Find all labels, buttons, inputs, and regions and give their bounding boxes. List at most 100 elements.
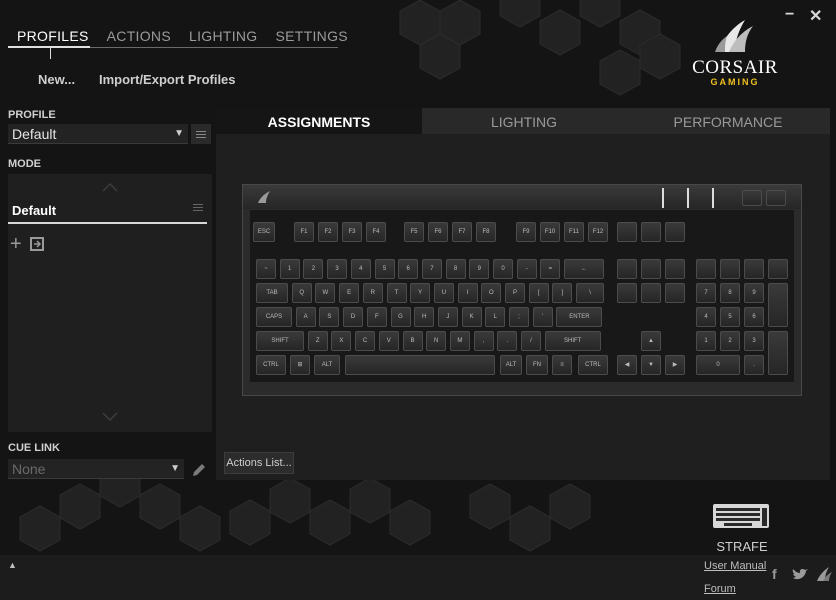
- key-space-row[interactable]: ALT: [500, 355, 522, 375]
- key-space-row[interactable]: CTRL: [578, 355, 608, 375]
- import-export-profiles-button[interactable]: Import/Export Profiles: [99, 72, 236, 87]
- key-num-row[interactable]: ~: [256, 259, 276, 279]
- key-esc[interactable]: ESC: [253, 222, 275, 242]
- user-manual-link[interactable]: User Manual: [704, 560, 766, 572]
- close-button[interactable]: ✕: [809, 6, 822, 26]
- key-bottom-row[interactable]: V: [378, 331, 399, 351]
- key-top-row[interactable]: Q: [291, 283, 312, 303]
- key-arrow-right[interactable]: ▶: [665, 355, 685, 375]
- key-f7[interactable]: F7: [452, 222, 472, 242]
- key-bottom-row[interactable]: SHIFT: [256, 331, 304, 351]
- key-home-row[interactable]: A: [295, 307, 316, 327]
- key-f12[interactable]: F12: [588, 222, 608, 242]
- key-numpad[interactable]: [696, 259, 716, 279]
- strafe-device-icon[interactable]: [712, 500, 772, 532]
- key-num-row[interactable]: ←: [564, 259, 605, 279]
- key-top-row[interactable]: R: [362, 283, 383, 303]
- key-numpad[interactable]: 1: [696, 331, 716, 351]
- import-mode-icon[interactable]: [30, 237, 44, 251]
- key-num-row[interactable]: 1: [279, 259, 300, 279]
- key-nav[interactable]: [641, 259, 661, 279]
- key-home-row[interactable]: G: [390, 307, 411, 327]
- key-bottom-row[interactable]: B: [402, 331, 423, 351]
- key-num-row[interactable]: 6: [398, 259, 419, 279]
- key-home-row[interactable]: ;: [509, 307, 529, 327]
- key-f9[interactable]: F9: [516, 222, 536, 242]
- key-top-row[interactable]: TAB: [256, 283, 288, 303]
- key-f3[interactable]: F3: [342, 222, 362, 242]
- key-numpad[interactable]: [744, 259, 764, 279]
- key-nav[interactable]: [665, 259, 685, 279]
- key-bottom-row[interactable]: C: [355, 331, 376, 351]
- key-nav[interactable]: [617, 259, 637, 279]
- key-home-row[interactable]: L: [485, 307, 506, 327]
- key-home-row[interactable]: H: [414, 307, 435, 327]
- key-f6[interactable]: F6: [428, 222, 448, 242]
- key-home-row[interactable]: K: [461, 307, 482, 327]
- scroll-up-icon[interactable]: [102, 182, 118, 192]
- key-numpad[interactable]: 8: [720, 283, 740, 303]
- key-f5[interactable]: F5: [404, 222, 424, 242]
- edit-pencil-icon[interactable]: [191, 462, 207, 478]
- key-top-row[interactable]: T: [386, 283, 407, 303]
- key-top-row[interactable]: \: [576, 283, 605, 303]
- key-top-row[interactable]: [: [528, 283, 549, 303]
- key-home-row[interactable]: F: [366, 307, 387, 327]
- key-space-row[interactable]: ⊞: [290, 355, 310, 375]
- key-bottom-row[interactable]: /: [521, 331, 541, 351]
- key-system[interactable]: [617, 222, 637, 242]
- add-mode-icon[interactable]: +: [10, 234, 22, 254]
- actions-list-button[interactable]: Actions List...: [224, 452, 294, 474]
- tab-panel-lighting[interactable]: LIGHTING: [422, 108, 626, 134]
- key-space-row[interactable]: [345, 355, 495, 375]
- key-numpad-0[interactable]: 0: [696, 355, 740, 375]
- key-f1[interactable]: F1: [294, 222, 314, 242]
- key-num-row[interactable]: -: [516, 259, 537, 279]
- key-top-row[interactable]: U: [433, 283, 454, 303]
- mode-item-default[interactable]: Default: [8, 202, 207, 224]
- key-space-row[interactable]: CTRL: [256, 355, 286, 375]
- facebook-icon[interactable]: f: [772, 566, 777, 582]
- key-num-row[interactable]: 9: [469, 259, 490, 279]
- key-f4[interactable]: F4: [366, 222, 386, 242]
- key-f10[interactable]: F10: [540, 222, 560, 242]
- key-numpad[interactable]: 7: [696, 283, 716, 303]
- key-brightness[interactable]: [742, 190, 762, 206]
- key-nav[interactable]: [665, 283, 685, 303]
- scroll-down-icon[interactable]: [102, 412, 118, 422]
- key-home-row[interactable]: ': [532, 307, 553, 327]
- key-top-row[interactable]: P: [505, 283, 525, 303]
- forum-link[interactable]: Forum: [704, 583, 736, 595]
- key-numpad[interactable]: 4: [696, 307, 716, 327]
- key-bottom-row[interactable]: .: [497, 331, 518, 351]
- key-space-row[interactable]: ≡: [552, 355, 572, 375]
- key-numpad[interactable]: 3: [744, 331, 764, 351]
- key-numpad[interactable]: [768, 259, 788, 279]
- key-lock[interactable]: [766, 190, 786, 206]
- key-bottom-row[interactable]: M: [449, 331, 470, 351]
- key-num-row[interactable]: =: [540, 259, 561, 279]
- new-profile-button[interactable]: New...: [38, 72, 75, 87]
- key-home-row[interactable]: D: [343, 307, 364, 327]
- tab-performance[interactable]: PERFORMANCE: [626, 108, 830, 134]
- key-arrow-up[interactable]: ▲: [641, 331, 661, 351]
- key-numpad-enter[interactable]: [768, 331, 788, 375]
- key-numpad[interactable]: 6: [744, 307, 764, 327]
- key-bottom-row[interactable]: ,: [473, 331, 494, 351]
- key-top-row[interactable]: E: [339, 283, 360, 303]
- key-top-row[interactable]: W: [315, 283, 336, 303]
- key-f8[interactable]: F8: [476, 222, 496, 242]
- key-top-row[interactable]: Y: [410, 283, 431, 303]
- key-system[interactable]: [665, 222, 685, 242]
- key-top-row[interactable]: ]: [552, 283, 573, 303]
- key-nav[interactable]: [641, 283, 661, 303]
- key-space-row[interactable]: ALT: [314, 355, 340, 375]
- key-bottom-row[interactable]: Z: [307, 331, 328, 351]
- key-numpad-plus[interactable]: [768, 283, 788, 327]
- key-numpad[interactable]: [720, 259, 740, 279]
- key-home-row[interactable]: J: [437, 307, 458, 327]
- key-bottom-row[interactable]: N: [426, 331, 447, 351]
- key-numpad[interactable]: 5: [720, 307, 740, 327]
- key-num-row[interactable]: 3: [327, 259, 348, 279]
- key-f11[interactable]: F11: [564, 222, 584, 242]
